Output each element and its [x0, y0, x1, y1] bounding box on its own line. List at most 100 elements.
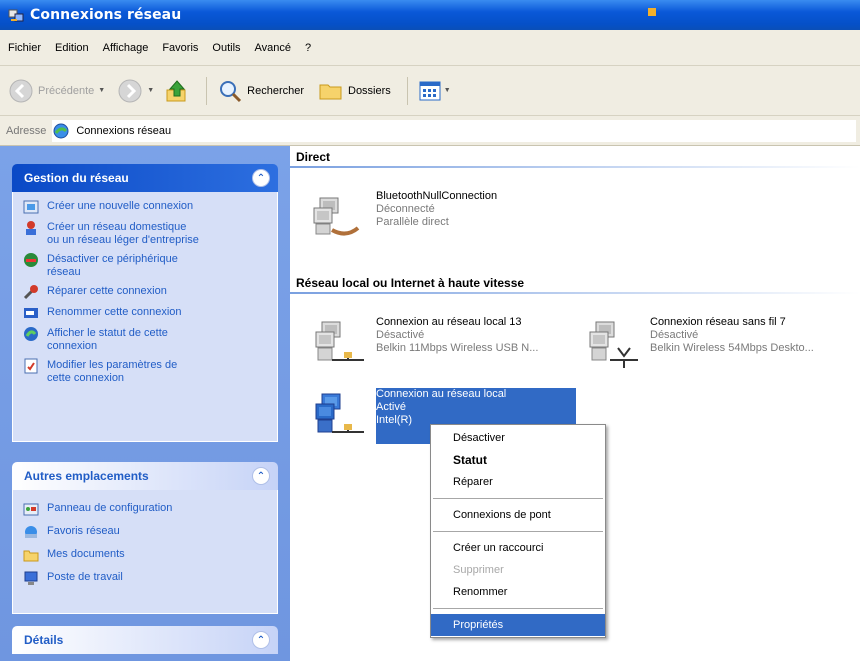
connection-text: Connexion réseau sans fil 7 Désactivé Be… [650, 316, 814, 372]
menu-edition[interactable]: Edition [55, 42, 89, 54]
network-places-icon [25, 526, 37, 538]
panel-title: Détails [24, 633, 64, 647]
connection-name: BluetoothNullConnection [376, 190, 498, 202]
connection-status: Déconnecté [376, 203, 435, 215]
connection-device: Belkin 11Mbps Wireless USB N... [376, 342, 539, 354]
task-pane: Gestion du réseau ⌃ Créer une nouvelle c… [0, 146, 290, 661]
lan-connection-disabled-icon [315, 321, 364, 361]
menu-avance[interactable]: Avancé [255, 42, 292, 54]
task-label: Créer une nouvelle connexion [47, 200, 194, 212]
repair-wrench-icon [23, 285, 38, 300]
home-network-icon [26, 221, 36, 235]
address-bar: Adresse Connexions réseau [0, 116, 860, 146]
menu-item-create-shortcut[interactable]: Créer un raccourci [431, 537, 605, 559]
menu-bar: Fichier Edition Affichage Favoris Outils… [0, 30, 860, 66]
place-network-favorites[interactable]: Favoris réseau [23, 525, 269, 540]
task-disable-device[interactable]: Désactiver ce périphérique réseau [23, 253, 269, 279]
computer-icon [24, 571, 38, 585]
task-view-status[interactable]: Afficher le statut de cette connexion [23, 327, 269, 353]
place-label: Panneau de configuration [47, 502, 173, 514]
connection-name: Connexion au réseau local 13 [376, 316, 522, 328]
search-label: Rechercher [247, 84, 304, 97]
views-button[interactable]: ▼ [418, 79, 451, 103]
menu-item-rename[interactable]: Renommer [431, 581, 605, 603]
connection-text: Connexion au réseau local 13 Désactivé B… [376, 316, 538, 372]
group-divider [290, 166, 860, 168]
toolbar-separator [406, 76, 408, 105]
connection-text: BluetoothNullConnection Déconnecté Paral… [376, 190, 497, 246]
forward-button[interactable]: ▼ [117, 78, 154, 104]
up-arrow-icon [166, 79, 186, 101]
place-my-computer[interactable]: Poste de travail [23, 571, 269, 586]
dropdown-caret-icon[interactable]: ▼ [147, 87, 154, 94]
panel-body: Panneau de configuration Favoris réseau … [12, 490, 278, 614]
menu-separator [433, 498, 603, 499]
place-label: Mes documents [47, 548, 125, 560]
title-bar: Connexions réseau [0, 0, 860, 30]
direct-connection-icon [313, 197, 360, 236]
connection-status: Désactivé [376, 329, 425, 341]
back-button[interactable]: Précédente ▼ [8, 78, 105, 104]
menu-favoris[interactable]: Favoris [162, 42, 198, 54]
group-divider [290, 292, 860, 294]
views-icon [419, 81, 441, 100]
panel-network-tasks: Gestion du réseau ⌃ Créer une nouvelle c… [12, 164, 278, 442]
toolbar-separator [206, 76, 208, 105]
task-create-connection[interactable]: Créer une nouvelle connexion [23, 200, 269, 215]
menu-item-repair[interactable]: Réparer [431, 471, 605, 493]
panel-title: Autres emplacements [24, 469, 149, 483]
task-label: Renommer cette connexion [47, 306, 182, 318]
address-field[interactable]: Connexions réseau [52, 119, 856, 142]
menu-affichage[interactable]: Affichage [103, 42, 149, 54]
connection-device: Belkin Wireless 54Mbps Deskto... [650, 342, 814, 354]
new-connection-icon [23, 200, 39, 214]
menu-item-disable[interactable]: Désactiver [431, 427, 605, 449]
connection-item[interactable]: BluetoothNullConnection Déconnecté Paral… [312, 190, 497, 246]
place-control-panel[interactable]: Panneau de configuration [23, 502, 269, 517]
back-arrow-icon [9, 79, 33, 102]
dropdown-caret-icon[interactable]: ▼ [98, 87, 105, 94]
folders-icon [319, 84, 342, 99]
panel-header[interactable]: Gestion du réseau ⌃ [12, 164, 278, 192]
up-folder-button[interactable] [164, 78, 190, 104]
dropdown-caret-icon[interactable]: ▼ [444, 87, 451, 94]
menu-fichier[interactable]: Fichier [8, 42, 41, 54]
search-button[interactable]: Rechercher [217, 78, 304, 104]
menu-item-delete: Supprimer [453, 564, 504, 576]
task-change-settings[interactable]: Modifier les paramètres de cette connexi… [23, 358, 269, 385]
collapse-chevron-icon[interactable]: ⌃ [252, 169, 270, 187]
place-label: Poste de travail [47, 571, 123, 583]
settings-document-icon [24, 358, 38, 374]
task-label: Réparer cette connexion [47, 285, 167, 297]
place-my-documents[interactable]: Mes documents [23, 548, 269, 563]
connection-item[interactable]: Connexion réseau sans fil 7 Désactivé Be… [586, 316, 814, 372]
search-icon [220, 80, 242, 102]
panel-body: Créer une nouvelle connexion Créer un ré… [12, 192, 278, 442]
task-create-home-network[interactable]: Créer un réseau domestique ou un réseau … [23, 221, 269, 247]
menu-outils[interactable]: Outils [212, 42, 240, 54]
connection-name: Connexion réseau sans fil 7 [650, 316, 786, 328]
menu-separator [433, 531, 603, 532]
menu-item-properties[interactable]: Propriétés [431, 614, 605, 636]
panel-header[interactable]: Détails ⌃ [12, 626, 278, 654]
task-rename-connection[interactable]: Renommer cette connexion [23, 306, 269, 321]
menu-help[interactable]: ? [305, 42, 311, 54]
folders-button[interactable]: Dossiers [318, 78, 391, 104]
menu-item-bridge[interactable]: Connexions de pont [431, 504, 605, 526]
task-repair-connection[interactable]: Réparer cette connexion [23, 285, 269, 300]
connection-item[interactable]: Connexion au réseau local 13 Désactivé B… [312, 316, 538, 372]
collapse-chevron-icon[interactable]: ⌃ [252, 467, 270, 485]
menu-item-status[interactable]: Statut [431, 449, 605, 471]
panel-details: Détails ⌃ [12, 626, 278, 654]
panel-header[interactable]: Autres emplacements ⌃ [12, 462, 278, 490]
address-label: Adresse [6, 124, 47, 137]
collapse-chevron-icon[interactable]: ⌃ [252, 631, 270, 649]
context-menu: Désactiver Statut Réparer Connexions de … [430, 424, 606, 638]
task-label: Créer un réseau domestique ou un réseau … [47, 221, 199, 246]
rename-icon [24, 308, 38, 318]
task-label: Modifier les paramètres de cette connexi… [47, 359, 178, 384]
panel-other-places: Autres emplacements ⌃ Panneau de configu… [12, 462, 278, 614]
network-connections-icon [53, 123, 69, 138]
address-value: Connexions réseau [76, 124, 172, 137]
lan-connection-active-icon [315, 393, 364, 433]
